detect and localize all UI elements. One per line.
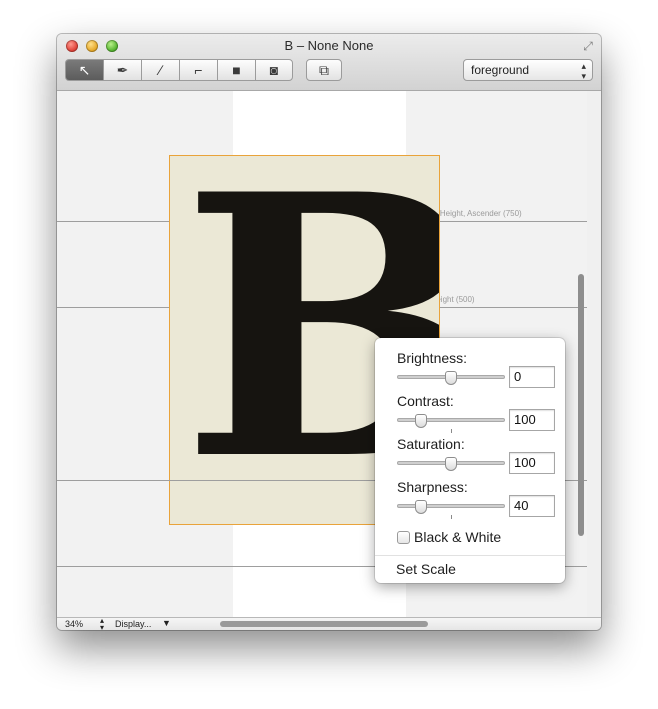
vertical-scrollbar[interactable] <box>578 274 584 536</box>
brightness-field[interactable]: 0 <box>509 366 555 388</box>
contrast-field[interactable]: 100 <box>509 409 555 431</box>
horizontal-scrollbar[interactable] <box>220 621 428 627</box>
layer-select-value: foreground <box>471 63 530 77</box>
statusbar: 34% ▴ ▾ Display... ▼ <box>57 617 601 630</box>
brightness-label: Brightness: <box>397 350 468 366</box>
titlebar: B – None None ⤢ ↖ ✒ ∕ ⌐ ■ ◙ ⧉ foreground… <box>57 34 601 91</box>
contrast-slider-knob[interactable] <box>415 414 427 428</box>
pen-icon: ✒ <box>116 61 129 78</box>
window-title: B – None None <box>284 38 374 53</box>
shapes-icon: ◙ <box>269 62 279 78</box>
ruler-icon: ⌐ <box>194 62 203 78</box>
layers-button[interactable]: ⧉ <box>306 59 342 81</box>
sharpness-field[interactable]: 40 <box>509 495 555 517</box>
rectangle-icon: ■ <box>232 62 241 78</box>
set-scale-menu-item[interactable]: Set Scale <box>396 561 456 577</box>
image-adjust-popover: Brightness: 0 Contrast: 100 Saturation: … <box>375 338 565 583</box>
zoom-stepper-icon[interactable]: ▴ ▾ <box>100 617 104 631</box>
saturation-field[interactable]: 100 <box>509 452 555 474</box>
sharpness-slider[interactable] <box>397 504 505 508</box>
layer-select[interactable]: foreground ▴ ▾ <box>463 59 593 81</box>
fullscreen-icon[interactable]: ⤢ <box>581 39 595 53</box>
popover-separator <box>375 555 565 556</box>
shapes-tool-button[interactable]: ◙ <box>255 59 293 81</box>
knife-icon: ∕ <box>159 62 162 78</box>
layers-icon: ⧉ <box>319 61 329 78</box>
black-white-checkbox[interactable] <box>397 531 410 544</box>
black-white-label[interactable]: Black & White <box>414 529 501 545</box>
contrast-label: Contrast: <box>397 393 454 409</box>
display-menu[interactable]: Display... <box>115 619 151 629</box>
contrast-slider-tick <box>451 429 452 433</box>
sharpness-slider-knob[interactable] <box>415 500 427 514</box>
brightness-slider-knob[interactable] <box>445 371 457 385</box>
contrast-slider[interactable] <box>397 418 505 422</box>
saturation-slider-knob[interactable] <box>445 457 457 471</box>
sharpness-slider-tick <box>451 515 452 519</box>
chevron-updown-icon: ▴ ▾ <box>581 61 586 81</box>
select-tool-button[interactable]: ↖ <box>65 59 103 81</box>
rectangle-tool-button[interactable]: ■ <box>217 59 255 81</box>
knife-tool-button[interactable]: ∕ <box>141 59 179 81</box>
zoom-level[interactable]: 34% <box>65 619 83 629</box>
saturation-label: Saturation: <box>397 436 465 452</box>
chevron-down-icon[interactable]: ▼ <box>162 618 171 628</box>
measure-tool-button[interactable]: ⌐ <box>179 59 217 81</box>
sharpness-label: Sharpness: <box>397 479 468 495</box>
pen-tool-button[interactable]: ✒ <box>103 59 141 81</box>
arrow-pointer-icon: ↖ <box>78 61 91 78</box>
